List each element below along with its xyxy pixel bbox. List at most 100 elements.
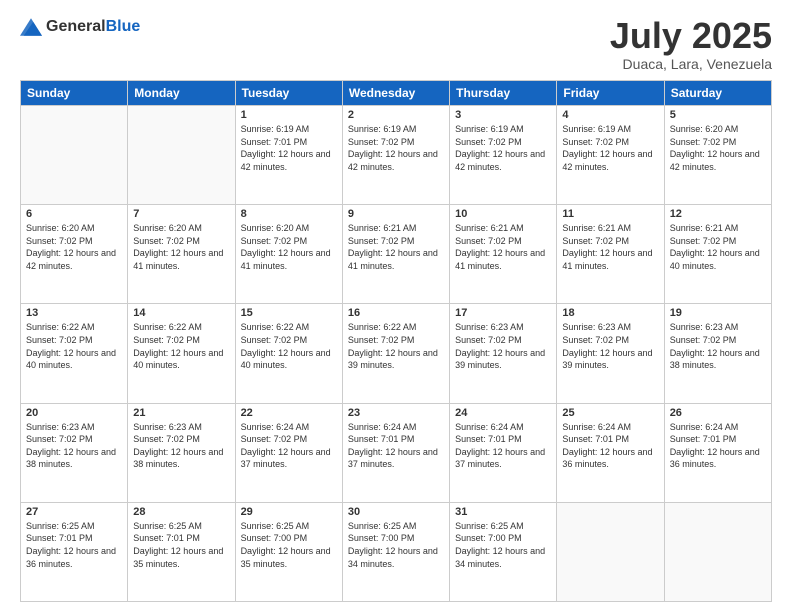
calendar-cell: 12Sunrise: 6:21 AM Sunset: 7:02 PM Dayli…	[664, 205, 771, 304]
day-number: 17	[455, 307, 551, 319]
logo-general: General	[46, 18, 106, 35]
calendar-cell: 6Sunrise: 6:20 AM Sunset: 7:02 PM Daylig…	[21, 205, 128, 304]
day-info: Sunrise: 6:19 AM Sunset: 7:02 PM Dayligh…	[455, 123, 551, 173]
calendar-cell: 26Sunrise: 6:24 AM Sunset: 7:01 PM Dayli…	[664, 403, 771, 502]
day-info: Sunrise: 6:22 AM Sunset: 7:02 PM Dayligh…	[348, 321, 444, 371]
logo: GeneralBlue	[20, 18, 140, 36]
day-number: 25	[562, 407, 658, 419]
day-info: Sunrise: 6:22 AM Sunset: 7:02 PM Dayligh…	[26, 321, 122, 371]
day-info: Sunrise: 6:24 AM Sunset: 7:01 PM Dayligh…	[562, 421, 658, 471]
day-info: Sunrise: 6:20 AM Sunset: 7:02 PM Dayligh…	[670, 123, 766, 173]
day-info: Sunrise: 6:24 AM Sunset: 7:01 PM Dayligh…	[455, 421, 551, 471]
day-number: 20	[26, 407, 122, 419]
day-number: 9	[348, 208, 444, 220]
day-info: Sunrise: 6:21 AM Sunset: 7:02 PM Dayligh…	[562, 222, 658, 272]
day-number: 22	[241, 407, 337, 419]
calendar-cell: 1 Sunrise: 6:19 AM Sunset: 7:01 PM Daylig…	[235, 106, 342, 205]
day-number: 2	[348, 109, 444, 121]
calendar-cell: 19 Sunrise: 6:23 AM Sunset: 7:02 PM Dayli…	[664, 304, 771, 403]
day-number: 13	[26, 307, 122, 319]
calendar-cell: 23 Sunrise: 6:24 AM Sunset: 7:01 PM Dayli…	[342, 403, 449, 502]
day-number: 15	[241, 307, 337, 319]
calendar-cell: 25 Sunrise: 6:24 AM Sunset: 7:01 PM Dayli…	[557, 403, 664, 502]
day-info: Sunrise: 6:25 AM Sunset: 7:00 PM Dayligh…	[241, 520, 337, 570]
day-info: Sunrise: 6:23 AM Sunset: 7:02 PM Dayligh…	[133, 421, 229, 471]
day-info: Sunrise: 6:22 AM Sunset: 7:02 PM Dayligh…	[133, 321, 229, 371]
title-block: July 2025 Duaca, Lara, Venezuela	[610, 18, 772, 72]
day-info: Sunrise: 6:19 AM Sunset: 7:01 PM Dayligh…	[241, 123, 337, 173]
day-info: Sunrise: 6:24 AM Sunset: 7:01 PM Dayligh…	[348, 421, 444, 471]
calendar-cell	[128, 106, 235, 205]
day-number: 14	[133, 307, 229, 319]
calendar-cell: 30 Sunrise: 6:25 AM Sunset: 7:00 PM Dayli…	[342, 502, 449, 601]
calendar-cell: 27Sunrise: 6:25 AM Sunset: 7:01 PM Dayli…	[21, 502, 128, 601]
day-number: 4	[562, 109, 658, 121]
day-info: Sunrise: 6:23 AM Sunset: 7:02 PM Dayligh…	[562, 321, 658, 371]
day-number: 8	[241, 208, 337, 220]
day-info: Sunrise: 6:25 AM Sunset: 7:00 PM Dayligh…	[348, 520, 444, 570]
day-header-thursday: Thursday	[450, 81, 557, 106]
day-number: 23	[348, 407, 444, 419]
day-header-sunday: Sunday	[21, 81, 128, 106]
day-number: 30	[348, 506, 444, 518]
day-number: 6	[26, 208, 122, 220]
day-info: Sunrise: 6:19 AM Sunset: 7:02 PM Dayligh…	[348, 123, 444, 173]
day-info: Sunrise: 6:20 AM Sunset: 7:02 PM Dayligh…	[133, 222, 229, 272]
calendar-table: SundayMondayTuesdayWednesdayThursdayFrid…	[20, 80, 772, 602]
calendar-week-1: 1 Sunrise: 6:19 AM Sunset: 7:01 PM Daylig…	[21, 106, 772, 205]
day-number: 12	[670, 208, 766, 220]
day-header-friday: Friday	[557, 81, 664, 106]
calendar-cell: 4 Sunrise: 6:19 AM Sunset: 7:02 PM Daylig…	[557, 106, 664, 205]
calendar-cell: 11Sunrise: 6:21 AM Sunset: 7:02 PM Dayli…	[557, 205, 664, 304]
day-number: 28	[133, 506, 229, 518]
calendar-cell: 2 Sunrise: 6:19 AM Sunset: 7:02 PM Daylig…	[342, 106, 449, 205]
calendar-cell: 9 Sunrise: 6:21 AM Sunset: 7:02 PM Daylig…	[342, 205, 449, 304]
calendar-cell: 7 Sunrise: 6:20 AM Sunset: 7:02 PM Daylig…	[128, 205, 235, 304]
day-number: 3	[455, 109, 551, 121]
calendar-cell: 18 Sunrise: 6:23 AM Sunset: 7:02 PM Dayli…	[557, 304, 664, 403]
day-number: 10	[455, 208, 551, 220]
location: Duaca, Lara, Venezuela	[610, 56, 772, 72]
calendar-cell: 14 Sunrise: 6:22 AM Sunset: 7:02 PM Dayli…	[128, 304, 235, 403]
calendar-cell: 13 Sunrise: 6:22 AM Sunset: 7:02 PM Dayli…	[21, 304, 128, 403]
day-number: 1	[241, 109, 337, 121]
header: GeneralBlue July 2025 Duaca, Lara, Venez…	[20, 18, 772, 72]
calendar-cell	[21, 106, 128, 205]
calendar-cell: 16Sunrise: 6:22 AM Sunset: 7:02 PM Dayli…	[342, 304, 449, 403]
calendar-cell: 31 Sunrise: 6:25 AM Sunset: 7:00 PM Dayli…	[450, 502, 557, 601]
day-info: Sunrise: 6:23 AM Sunset: 7:02 PM Dayligh…	[455, 321, 551, 371]
calendar-cell: 24Sunrise: 6:24 AM Sunset: 7:01 PM Dayli…	[450, 403, 557, 502]
calendar-cell	[557, 502, 664, 601]
calendar-cell: 28 Sunrise: 6:25 AM Sunset: 7:01 PM Dayli…	[128, 502, 235, 601]
day-info: Sunrise: 6:24 AM Sunset: 7:02 PM Dayligh…	[241, 421, 337, 471]
day-number: 19	[670, 307, 766, 319]
day-number: 21	[133, 407, 229, 419]
day-info: Sunrise: 6:21 AM Sunset: 7:02 PM Dayligh…	[455, 222, 551, 272]
calendar-cell: 15 Sunrise: 6:22 AM Sunset: 7:02 PM Dayli…	[235, 304, 342, 403]
calendar-cell: 3 Sunrise: 6:19 AM Sunset: 7:02 PM Daylig…	[450, 106, 557, 205]
calendar-week-2: 6 Sunrise: 6:20 AM Sunset: 7:02 PM Daylig…	[21, 205, 772, 304]
calendar-cell	[664, 502, 771, 601]
calendar-header-row: SundayMondayTuesdayWednesdayThursdayFrid…	[21, 81, 772, 106]
calendar-week-4: 20 Sunrise: 6:23 AM Sunset: 7:02 PM Dayli…	[21, 403, 772, 502]
calendar-cell: 22 Sunrise: 6:24 AM Sunset: 7:02 PM Dayli…	[235, 403, 342, 502]
day-info: Sunrise: 6:22 AM Sunset: 7:02 PM Dayligh…	[241, 321, 337, 371]
calendar-cell: 8 Sunrise: 6:20 AM Sunset: 7:02 PM Daylig…	[235, 205, 342, 304]
day-info: Sunrise: 6:23 AM Sunset: 7:02 PM Dayligh…	[26, 421, 122, 471]
day-number: 31	[455, 506, 551, 518]
day-number: 7	[133, 208, 229, 220]
calendar-cell: 5Sunrise: 6:20 AM Sunset: 7:02 PM Daylig…	[664, 106, 771, 205]
day-info: Sunrise: 6:25 AM Sunset: 7:01 PM Dayligh…	[133, 520, 229, 570]
day-info: Sunrise: 6:20 AM Sunset: 7:02 PM Dayligh…	[241, 222, 337, 272]
day-header-monday: Monday	[128, 81, 235, 106]
page: GeneralBlue July 2025 Duaca, Lara, Venez…	[0, 0, 792, 612]
day-info: Sunrise: 6:23 AM Sunset: 7:02 PM Dayligh…	[670, 321, 766, 371]
logo-blue: Blue	[106, 18, 141, 35]
calendar-cell: 17 Sunrise: 6:23 AM Sunset: 7:02 PM Dayli…	[450, 304, 557, 403]
day-info: Sunrise: 6:25 AM Sunset: 7:00 PM Dayligh…	[455, 520, 551, 570]
day-info: Sunrise: 6:19 AM Sunset: 7:02 PM Dayligh…	[562, 123, 658, 173]
day-number: 18	[562, 307, 658, 319]
day-header-tuesday: Tuesday	[235, 81, 342, 106]
calendar-cell: 20 Sunrise: 6:23 AM Sunset: 7:02 PM Dayli…	[21, 403, 128, 502]
day-info: Sunrise: 6:21 AM Sunset: 7:02 PM Dayligh…	[348, 222, 444, 272]
